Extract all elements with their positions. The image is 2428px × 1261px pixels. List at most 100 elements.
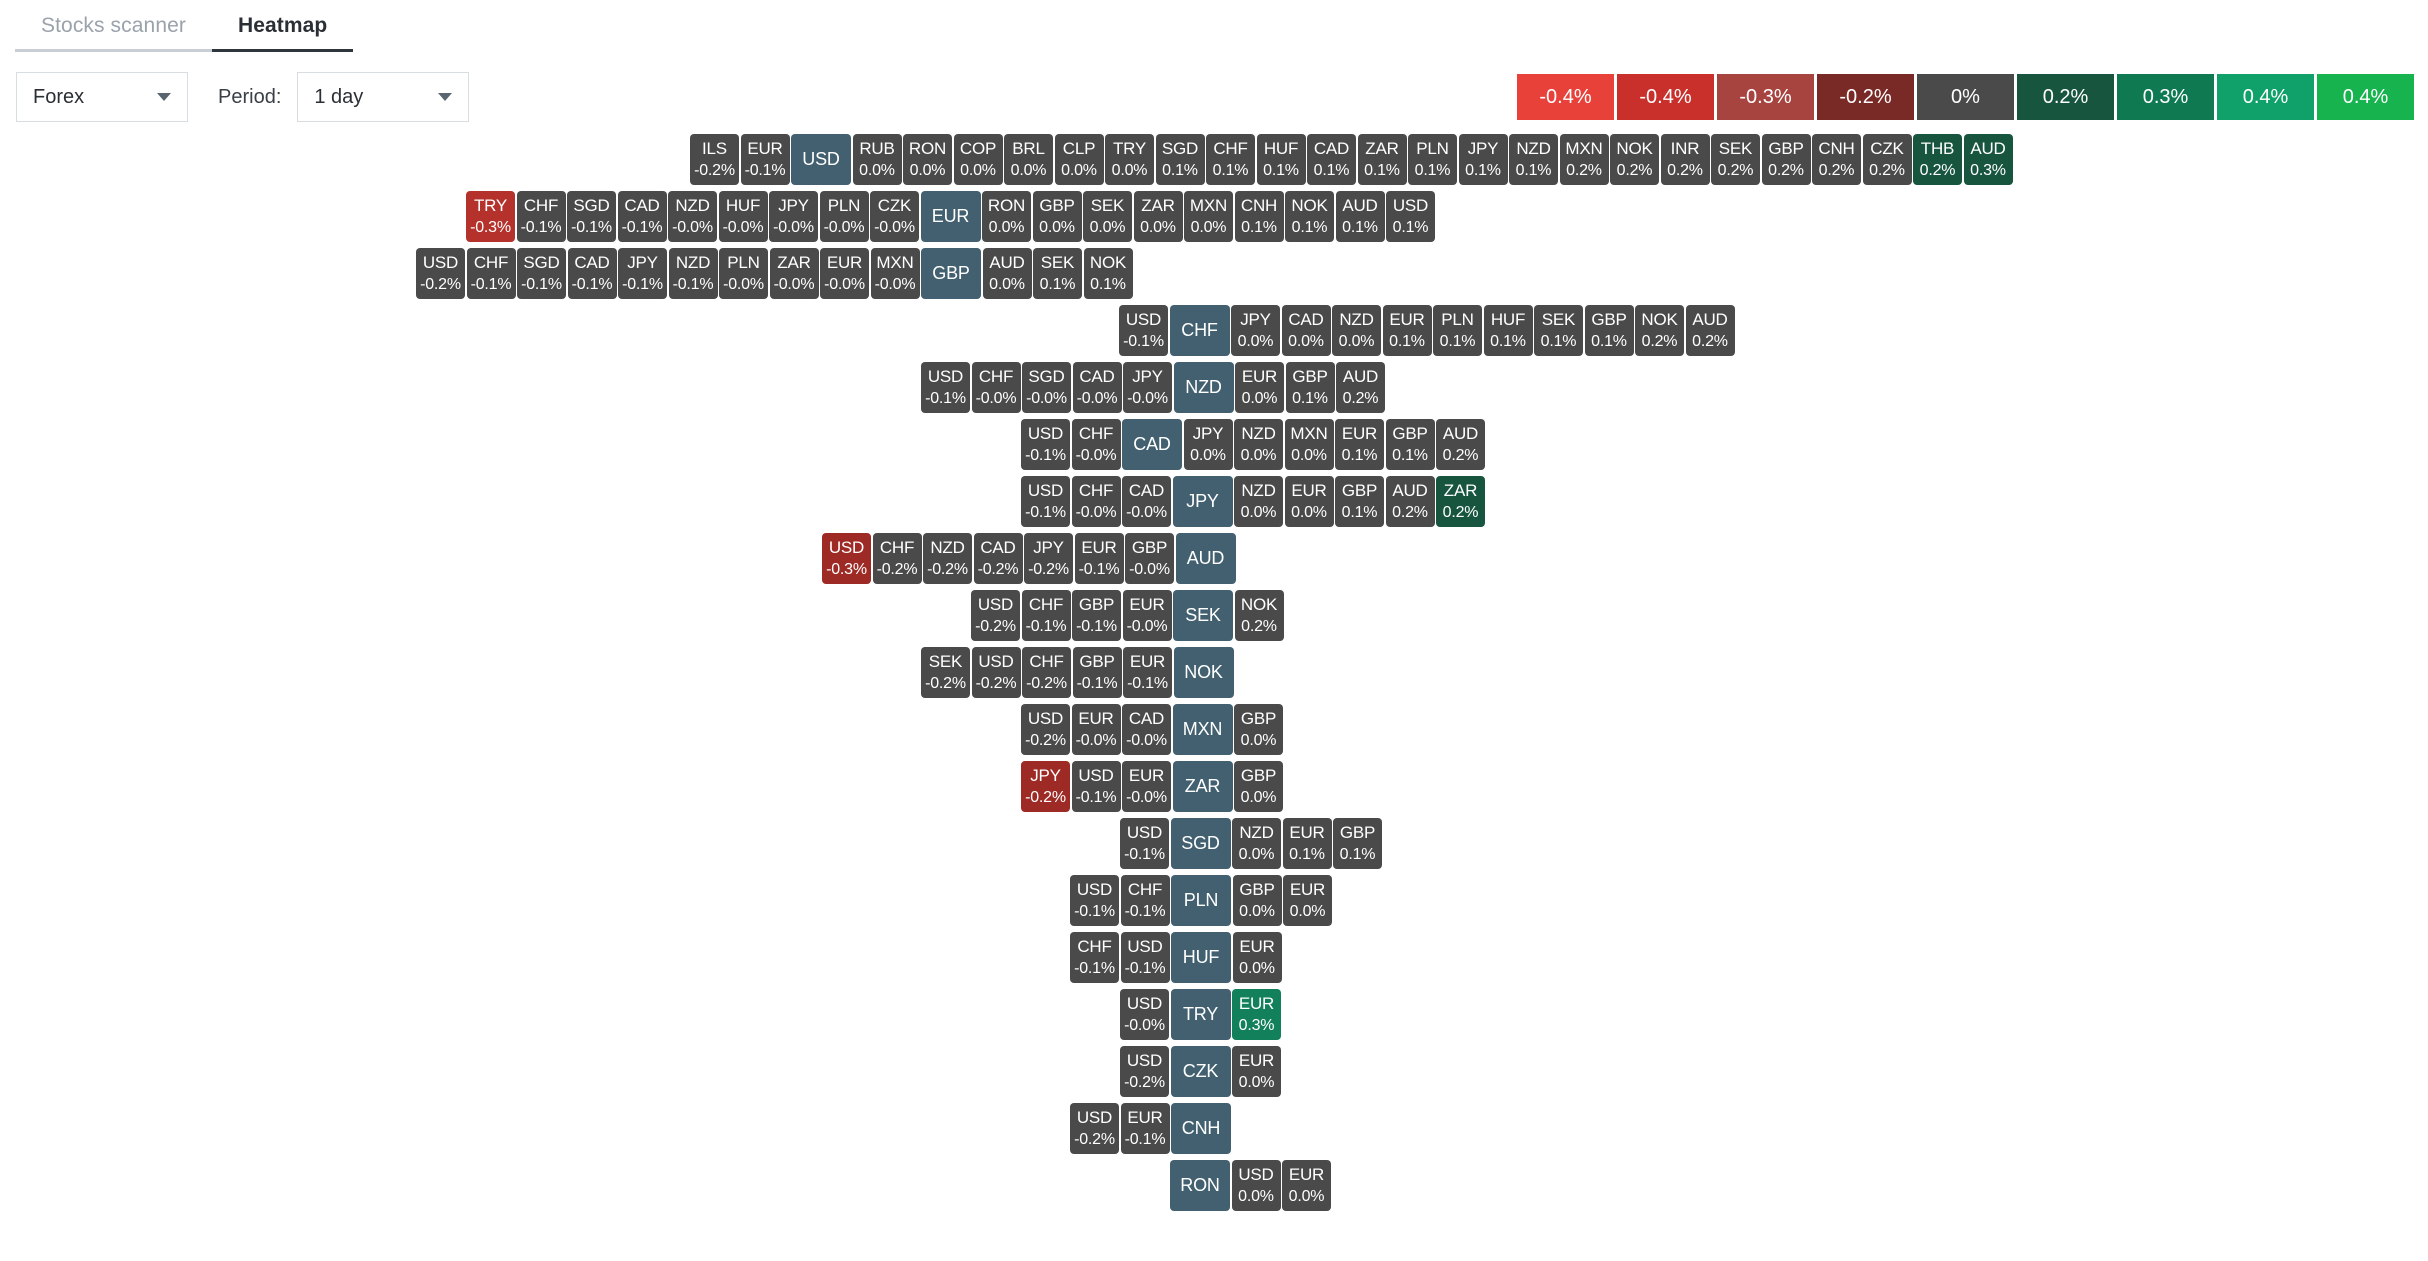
heatmap-cell[interactable]: SEK 0.0% (1083, 191, 1132, 242)
heatmap-cell[interactable]: CHF -0.1% (1070, 932, 1119, 983)
heatmap-cell[interactable]: SEK 0.1% (1033, 248, 1082, 299)
period-select[interactable]: 1 day (297, 72, 470, 122)
heatmap-base-cell[interactable]: HUF (1171, 932, 1231, 983)
heatmap-cell[interactable]: JPY -0.1% (618, 248, 667, 299)
heatmap-cell[interactable]: HUF 0.1% (1483, 305, 1533, 356)
heatmap-cell[interactable]: AUD 0.2% (1336, 362, 1385, 413)
heatmap-cell[interactable]: EUR 0.0% (1284, 476, 1334, 527)
heatmap-cell[interactable]: SEK 0.1% (1534, 305, 1583, 356)
heatmap-cell[interactable]: EUR 0.1% (1282, 818, 1332, 869)
heatmap-cell[interactable]: EUR 0.0% (1235, 362, 1284, 413)
heatmap-base-cell[interactable]: USD (791, 134, 851, 185)
heatmap-cell[interactable]: USD -0.0% (1120, 989, 1169, 1040)
heatmap-base-cell[interactable]: JPY (1172, 476, 1233, 527)
heatmap-cell[interactable]: EUR 0.0% (1282, 1160, 1331, 1211)
heatmap-cell[interactable]: PLN 0.1% (1433, 305, 1482, 356)
heatmap-cell[interactable]: AUD 0.1% (1335, 191, 1385, 242)
heatmap-cell[interactable]: NOK 0.2% (1610, 134, 1659, 185)
heatmap-cell[interactable]: HUF 0.1% (1256, 134, 1306, 185)
heatmap-cell[interactable]: GBP -0.0% (1125, 533, 1174, 584)
heatmap-base-cell[interactable]: TRY (1170, 989, 1231, 1040)
heatmap-cell[interactable]: CHF -0.2% (1022, 647, 1071, 698)
heatmap-base-cell[interactable]: CNH (1171, 1103, 1231, 1154)
heatmap-cell[interactable]: RUB 0.0% (852, 134, 902, 185)
heatmap-cell[interactable]: USD 0.1% (1386, 191, 1435, 242)
heatmap-cell[interactable]: USD -0.2% (1070, 1103, 1119, 1154)
heatmap-cell[interactable]: NOK 0.1% (1083, 248, 1133, 299)
heatmap-cell[interactable]: USD -0.2% (971, 590, 1020, 641)
heatmap-cell[interactable]: SEK -0.2% (921, 647, 970, 698)
heatmap-cell[interactable]: NOK 0.2% (1635, 305, 1684, 356)
heatmap-cell[interactable]: CHF -0.1% (1021, 590, 1071, 641)
heatmap-cell[interactable]: NZD -0.0% (668, 191, 717, 242)
heatmap-cell[interactable]: CNH 0.2% (1812, 134, 1861, 185)
heatmap-cell[interactable]: CHF -0.1% (516, 191, 566, 242)
heatmap-cell[interactable]: SGD 0.1% (1155, 134, 1205, 185)
heatmap-cell[interactable]: USD -0.1% (1120, 932, 1170, 983)
heatmap-cell[interactable]: USD 0.0% (1231, 1160, 1281, 1211)
heatmap-base-cell[interactable]: NZD (1173, 362, 1234, 413)
heatmap-base-cell[interactable]: RON (1170, 1160, 1230, 1211)
heatmap-cell[interactable]: NOK 0.1% (1285, 191, 1334, 242)
heatmap-cell[interactable]: USD -0.1% (1071, 761, 1121, 812)
heatmap-cell[interactable]: USD -0.1% (1120, 818, 1169, 869)
heatmap-cell[interactable]: USD -0.2% (416, 248, 465, 299)
heatmap-cell[interactable]: NZD -0.1% (668, 248, 718, 299)
heatmap-cell[interactable]: JPY -0.0% (769, 191, 818, 242)
heatmap-cell[interactable]: USD -0.1% (1021, 419, 1070, 470)
heatmap-cell[interactable]: HUF -0.0% (718, 191, 768, 242)
heatmap-cell[interactable]: CAD -0.0% (1122, 476, 1171, 527)
legend-cell[interactable]: 0.2% (2017, 74, 2114, 120)
heatmap-cell[interactable]: AUD 0.2% (1436, 419, 1485, 470)
heatmap-cell[interactable]: CAD 0.0% (1281, 305, 1331, 356)
heatmap-cell[interactable]: USD -0.2% (1120, 1046, 1169, 1097)
heatmap-cell[interactable]: JPY 0.0% (1231, 305, 1280, 356)
heatmap-cell[interactable]: CAD -0.0% (1122, 704, 1171, 755)
heatmap-cell[interactable]: GBP 0.0% (1232, 875, 1282, 926)
heatmap-cell[interactable]: NZD 0.1% (1509, 134, 1558, 185)
heatmap-cell[interactable]: GBP 0.1% (1285, 362, 1335, 413)
heatmap-cell[interactable]: ILS -0.2% (690, 134, 739, 185)
heatmap-cell[interactable]: PLN 0.1% (1408, 134, 1457, 185)
heatmap-cell[interactable]: GBP 0.1% (1333, 818, 1382, 869)
market-select[interactable]: Forex (16, 72, 188, 122)
legend-cell[interactable]: -0.3% (1717, 74, 1814, 120)
heatmap-base-cell[interactable]: SGD (1170, 818, 1231, 869)
heatmap-cell[interactable]: USD -0.1% (921, 362, 970, 413)
heatmap-base-cell[interactable]: CHF (1169, 305, 1230, 356)
heatmap-cell[interactable]: EUR -0.1% (740, 134, 790, 185)
heatmap-cell[interactable]: SGD -0.1% (517, 248, 566, 299)
heatmap-base-cell[interactable]: EUR (920, 191, 981, 242)
heatmap-cell[interactable]: RON 0.0% (903, 134, 952, 185)
heatmap-cell[interactable]: COP 0.0% (953, 134, 1003, 185)
heatmap-cell[interactable]: SGD -0.0% (1022, 362, 1071, 413)
heatmap-cell[interactable]: NOK 0.2% (1234, 590, 1284, 641)
tab-heatmap[interactable]: Heatmap (211, 2, 354, 52)
heatmap-cell[interactable]: USD -0.2% (1021, 704, 1070, 755)
heatmap-cell[interactable]: PLN -0.0% (719, 248, 768, 299)
heatmap-cell[interactable]: AUD 0.2% (1685, 305, 1735, 356)
heatmap-cell[interactable]: BRL 0.0% (1004, 134, 1053, 185)
heatmap-cell[interactable]: MXN 0.0% (1184, 191, 1233, 242)
legend-cell[interactable]: 0% (1917, 74, 2014, 120)
heatmap-cell[interactable]: CAD -0.1% (617, 191, 667, 242)
heatmap-base-cell[interactable]: SEK (1173, 590, 1233, 641)
heatmap-cell[interactable]: ZAR 0.0% (1133, 191, 1183, 242)
heatmap-cell[interactable]: JPY 0.1% (1458, 134, 1508, 185)
heatmap-cell[interactable]: RON 0.0% (982, 191, 1031, 242)
heatmap-cell[interactable]: USD -0.1% (1021, 476, 1070, 527)
heatmap-cell[interactable]: CHF -0.0% (971, 362, 1021, 413)
heatmap-cell[interactable]: CHF -0.0% (1071, 476, 1121, 527)
heatmap-cell[interactable]: EUR 0.0% (1232, 1046, 1281, 1097)
heatmap-cell[interactable]: JPY -0.2% (1024, 533, 1073, 584)
heatmap-cell[interactable]: CLP 0.0% (1054, 134, 1104, 185)
heatmap-cell[interactable]: NZD -0.2% (923, 533, 972, 584)
heatmap-cell[interactable]: CAD 0.1% (1307, 134, 1356, 185)
heatmap-cell[interactable]: AUD 0.0% (982, 248, 1032, 299)
heatmap-cell[interactable]: JPY 0.0% (1183, 419, 1233, 470)
heatmap-cell[interactable]: GBP 0.1% (1335, 476, 1384, 527)
heatmap-cell[interactable]: EUR -0.1% (1123, 647, 1172, 698)
heatmap-base-cell[interactable]: NOK (1173, 647, 1234, 698)
heatmap-cell[interactable]: USD -0.1% (1070, 875, 1119, 926)
heatmap-cell[interactable]: ZAR -0.0% (769, 248, 819, 299)
